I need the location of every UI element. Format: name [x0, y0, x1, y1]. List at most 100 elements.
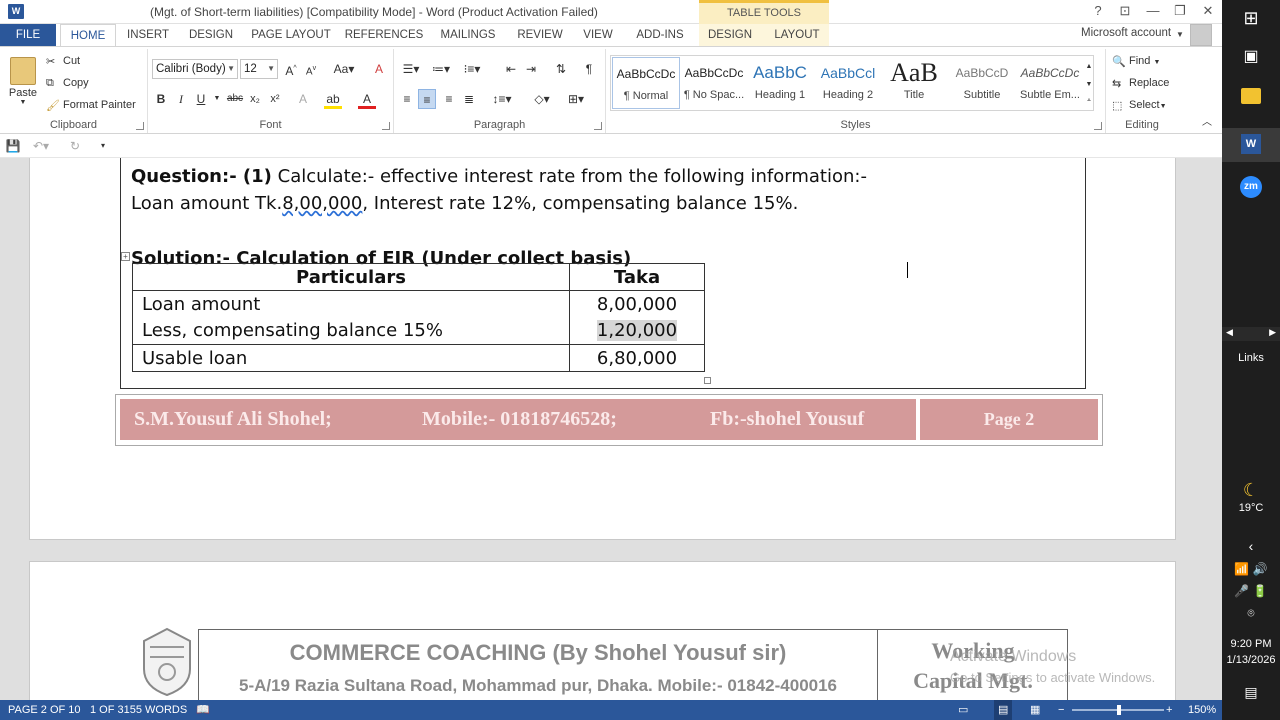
clock-time[interactable]: 9:20 PM — [1222, 638, 1280, 650]
account-dropdown-icon[interactable]: ▼ — [1174, 24, 1186, 46]
zoom-out-icon[interactable]: − — [1058, 700, 1064, 720]
styles-scroll-up-icon[interactable]: ▲ — [1084, 57, 1094, 77]
tab-mailings[interactable]: MAILINGS — [434, 24, 502, 46]
numbering-icon[interactable]: ≔▾ — [428, 59, 454, 79]
tab-file[interactable]: FILE — [0, 24, 56, 46]
question-line[interactable]: Question:- (1) Calculate:- effective int… — [131, 166, 867, 187]
cut-button[interactable]: ✂ Cut — [46, 55, 80, 68]
style-normal[interactable]: AaBbCcDc ¶ Normal — [612, 57, 680, 109]
tab-home[interactable]: HOME — [60, 24, 116, 46]
paragraph-launcher-icon[interactable] — [594, 122, 602, 130]
table-cell[interactable]: 1,20,000 — [569, 317, 705, 345]
weather-temperature[interactable]: 19°C — [1222, 502, 1280, 514]
task-view-icon[interactable]: ▣ — [1222, 46, 1280, 66]
copy-button[interactable]: ⧉ Copy — [46, 77, 89, 89]
links-toolbar[interactable]: Links — [1222, 352, 1280, 364]
table-move-handle-icon[interactable]: + — [121, 252, 130, 261]
bullets-icon[interactable]: ☰▾ — [398, 59, 424, 79]
proofing-icon[interactable]: 📖 — [196, 700, 210, 720]
style-heading-1[interactable]: AaBbC Heading 1 — [746, 57, 814, 109]
bold-icon[interactable]: B — [152, 89, 170, 109]
ribbon-display-options-icon[interactable]: ⊡ — [1113, 2, 1137, 20]
minimize-button[interactable]: — — [1141, 2, 1165, 20]
tab-references[interactable]: REFERENCES — [344, 24, 424, 46]
table-cell[interactable]: 6,80,000 — [569, 344, 705, 372]
style-heading-2[interactable]: AaBbCcl Heading 2 — [814, 57, 882, 109]
font-color-icon[interactable]: A — [358, 89, 376, 109]
line-spacing-icon[interactable]: ↕≡▾ — [488, 89, 516, 109]
table-cell[interactable]: Loan amount — [132, 290, 570, 318]
table-resize-handle-icon[interactable] — [704, 377, 711, 384]
word-app-icon[interactable]: W — [1222, 128, 1280, 162]
format-painter-button[interactable]: 🖌 Format Painter — [46, 99, 136, 112]
table-cell[interactable]: Less, compensating balance 15% — [132, 317, 570, 345]
sort-icon[interactable]: ⇅ — [552, 59, 570, 79]
page-count[interactable]: PAGE 2 OF 10 — [8, 700, 81, 720]
font-name-combo[interactable]: Calibri (Body) ▼ — [152, 59, 238, 79]
align-right-icon[interactable]: ≡ — [440, 89, 458, 109]
save-icon[interactable]: 💾 — [4, 136, 22, 156]
document-canvas[interactable]: Question:- (1) Calculate:- effective int… — [0, 158, 1222, 700]
mic-battery-icons[interactable]: 🎤 🔋 — [1222, 584, 1280, 598]
loan-info-line[interactable]: Loan amount Tk.8,00,000, Interest rate 1… — [131, 193, 798, 214]
italic-icon[interactable]: I — [172, 89, 190, 109]
font-launcher-icon[interactable] — [382, 122, 390, 130]
file-explorer-icon[interactable] — [1222, 88, 1280, 107]
help-button[interactable]: ? — [1086, 2, 1110, 20]
styles-more-icon[interactable]: ⩡ — [1084, 91, 1094, 111]
increase-indent-icon[interactable]: ⇥ — [522, 59, 540, 79]
clipboard-launcher-icon[interactable] — [136, 122, 144, 130]
table-cell[interactable]: 8,00,000 — [569, 290, 705, 318]
show-hidden-icons-icon[interactable]: ‹ — [1222, 538, 1280, 554]
subscript-icon[interactable]: x₂ — [246, 89, 264, 109]
superscript-icon[interactable]: x² — [266, 89, 284, 109]
restore-button[interactable]: ❐ — [1168, 2, 1192, 20]
word-icon[interactable]: W — [8, 4, 24, 19]
zoom-level[interactable]: 150% — [1188, 700, 1216, 720]
grow-font-icon[interactable]: A^ — [282, 59, 300, 79]
decrease-indent-icon[interactable]: ⇤ — [502, 59, 520, 79]
select-button[interactable]: ⬚ Select▼ — [1112, 99, 1167, 112]
tab-view[interactable]: VIEW — [576, 24, 620, 46]
word-count[interactable]: 1 OF 3155 WORDS — [90, 700, 187, 720]
align-left-icon[interactable]: ≡ — [398, 89, 416, 109]
notification-center-icon[interactable]: ▤ — [1222, 684, 1280, 701]
justify-icon[interactable]: ≣ — [460, 89, 478, 109]
header-taka[interactable]: Taka — [569, 263, 705, 291]
highlight-color-icon[interactable]: ab — [324, 89, 342, 109]
account-name[interactable]: Microsoft account — [1081, 27, 1171, 39]
page-header[interactable]: COMMERCE COACHING (By Shohel Yousuf sir)… — [198, 629, 1068, 700]
avatar[interactable] — [1190, 24, 1212, 46]
moon-weather-icon[interactable]: ☾ — [1222, 480, 1280, 501]
tab-table-design[interactable]: DESIGN — [703, 24, 757, 46]
tab-insert[interactable]: INSERT — [122, 24, 174, 46]
replace-button[interactable]: ⇆ Replace — [1112, 77, 1169, 90]
strikethrough-icon[interactable]: abc — [224, 89, 246, 109]
multilevel-list-icon[interactable]: ⁝≡▾ — [458, 59, 486, 79]
shading-icon[interactable]: ◇▾ — [528, 89, 556, 109]
header-particulars[interactable]: Particulars — [132, 263, 570, 291]
shrink-font-icon[interactable]: Av — [302, 59, 320, 79]
tab-add-ins[interactable]: ADD-INS — [628, 24, 692, 46]
font-size-combo[interactable]: 12 ▼ — [240, 59, 278, 79]
align-center-icon[interactable]: ≡ — [418, 89, 436, 109]
change-case-icon[interactable]: Aa▾ — [330, 59, 358, 79]
clear-formatting-icon[interactable]: A — [370, 59, 388, 79]
close-button[interactable]: ✕ — [1196, 2, 1220, 20]
print-layout-icon[interactable]: ▤ — [994, 700, 1013, 720]
tab-design[interactable]: DESIGN — [182, 24, 240, 46]
text-effects-icon[interactable]: A — [294, 89, 312, 109]
style-subtitle[interactable]: AaBbCcD Subtitle — [948, 57, 1016, 109]
web-layout-icon[interactable]: ▦ — [1030, 700, 1040, 720]
network-volume-icons[interactable]: 📶 🔊 — [1222, 562, 1280, 576]
style-title[interactable]: AaB Title — [880, 57, 948, 109]
tab-review[interactable]: REVIEW — [512, 24, 568, 46]
windows-start-icon[interactable]: ⊞ — [1222, 8, 1280, 29]
camera-icon[interactable]: ⌾ — [1222, 606, 1280, 621]
redo-icon[interactable]: ↻ — [66, 136, 84, 156]
undo-icon[interactable]: ↶▾ — [30, 136, 52, 156]
show-formatting-marks-icon[interactable]: ¶ — [580, 59, 598, 79]
read-mode-icon[interactable]: ▭ — [958, 700, 968, 720]
clock-date[interactable]: 1/13/2026 — [1222, 654, 1280, 666]
tab-table-layout[interactable]: LAYOUT — [768, 24, 826, 46]
